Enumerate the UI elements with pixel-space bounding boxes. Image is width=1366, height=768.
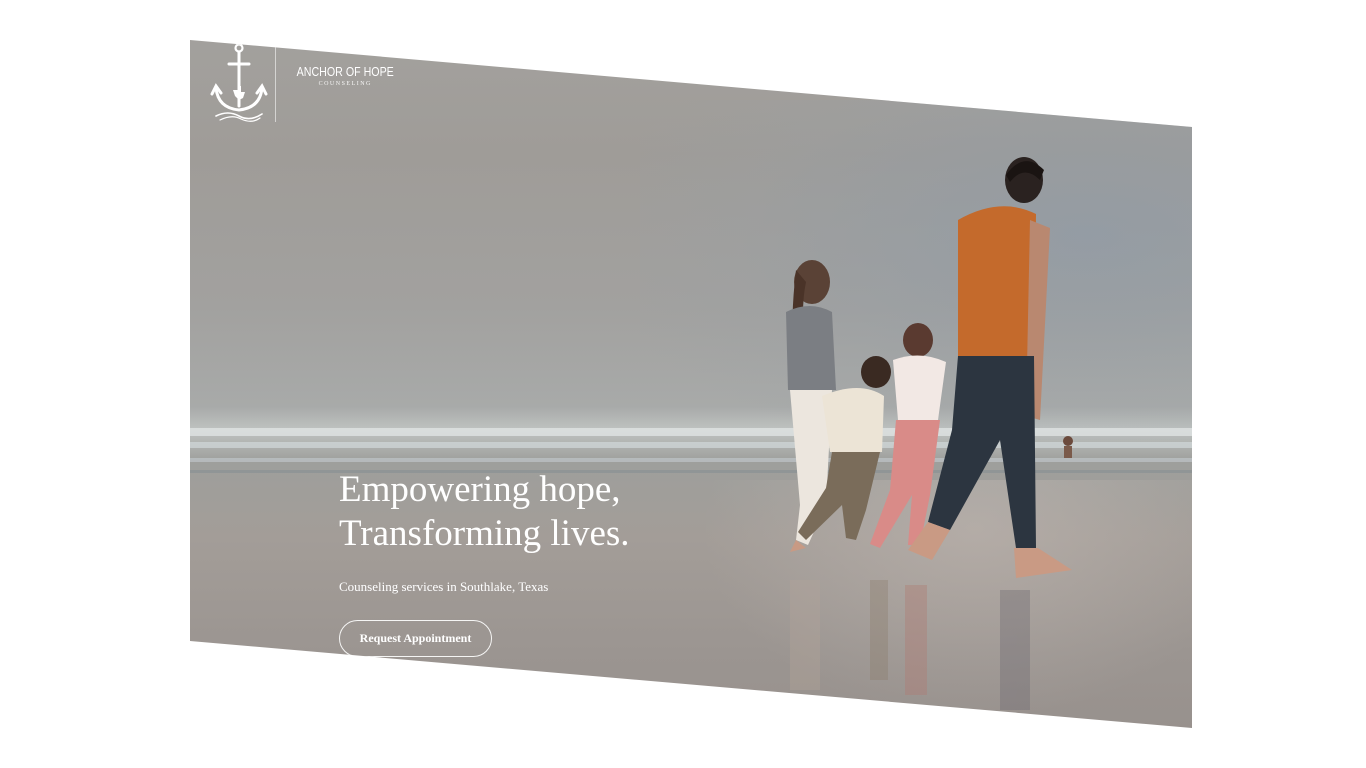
family-walking-image (786, 157, 1073, 710)
family-reflection (790, 580, 1030, 710)
request-appointment-button[interactable]: Request Appointment (339, 620, 492, 657)
logo-text: ANCHOR OF HOPE COUNSELING (286, 64, 404, 87)
anchor-icon (210, 44, 268, 122)
hero-headline: Empowering hope, Transforming lives. (339, 468, 630, 556)
hero-subtitle: Counseling services in Southlake, Texas (339, 579, 549, 594)
logo-divider (275, 44, 276, 122)
headline-line-1: Empowering hope, (339, 469, 621, 510)
hero-section: ANCHOR OF HOPE COUNSELING Empowering hop… (190, 40, 1192, 728)
headline-line-2: Transforming lives. (339, 513, 630, 554)
brand-logo[interactable]: ANCHOR OF HOPE COUNSELING (210, 44, 404, 122)
brand-name: ANCHOR OF HOPE (296, 63, 394, 79)
brand-subtitle: COUNSELING (318, 80, 372, 87)
texas-star-icon (233, 86, 245, 100)
page: ANCHOR OF HOPE COUNSELING Empowering hop… (0, 0, 1366, 768)
surfer-figure (1063, 436, 1073, 458)
